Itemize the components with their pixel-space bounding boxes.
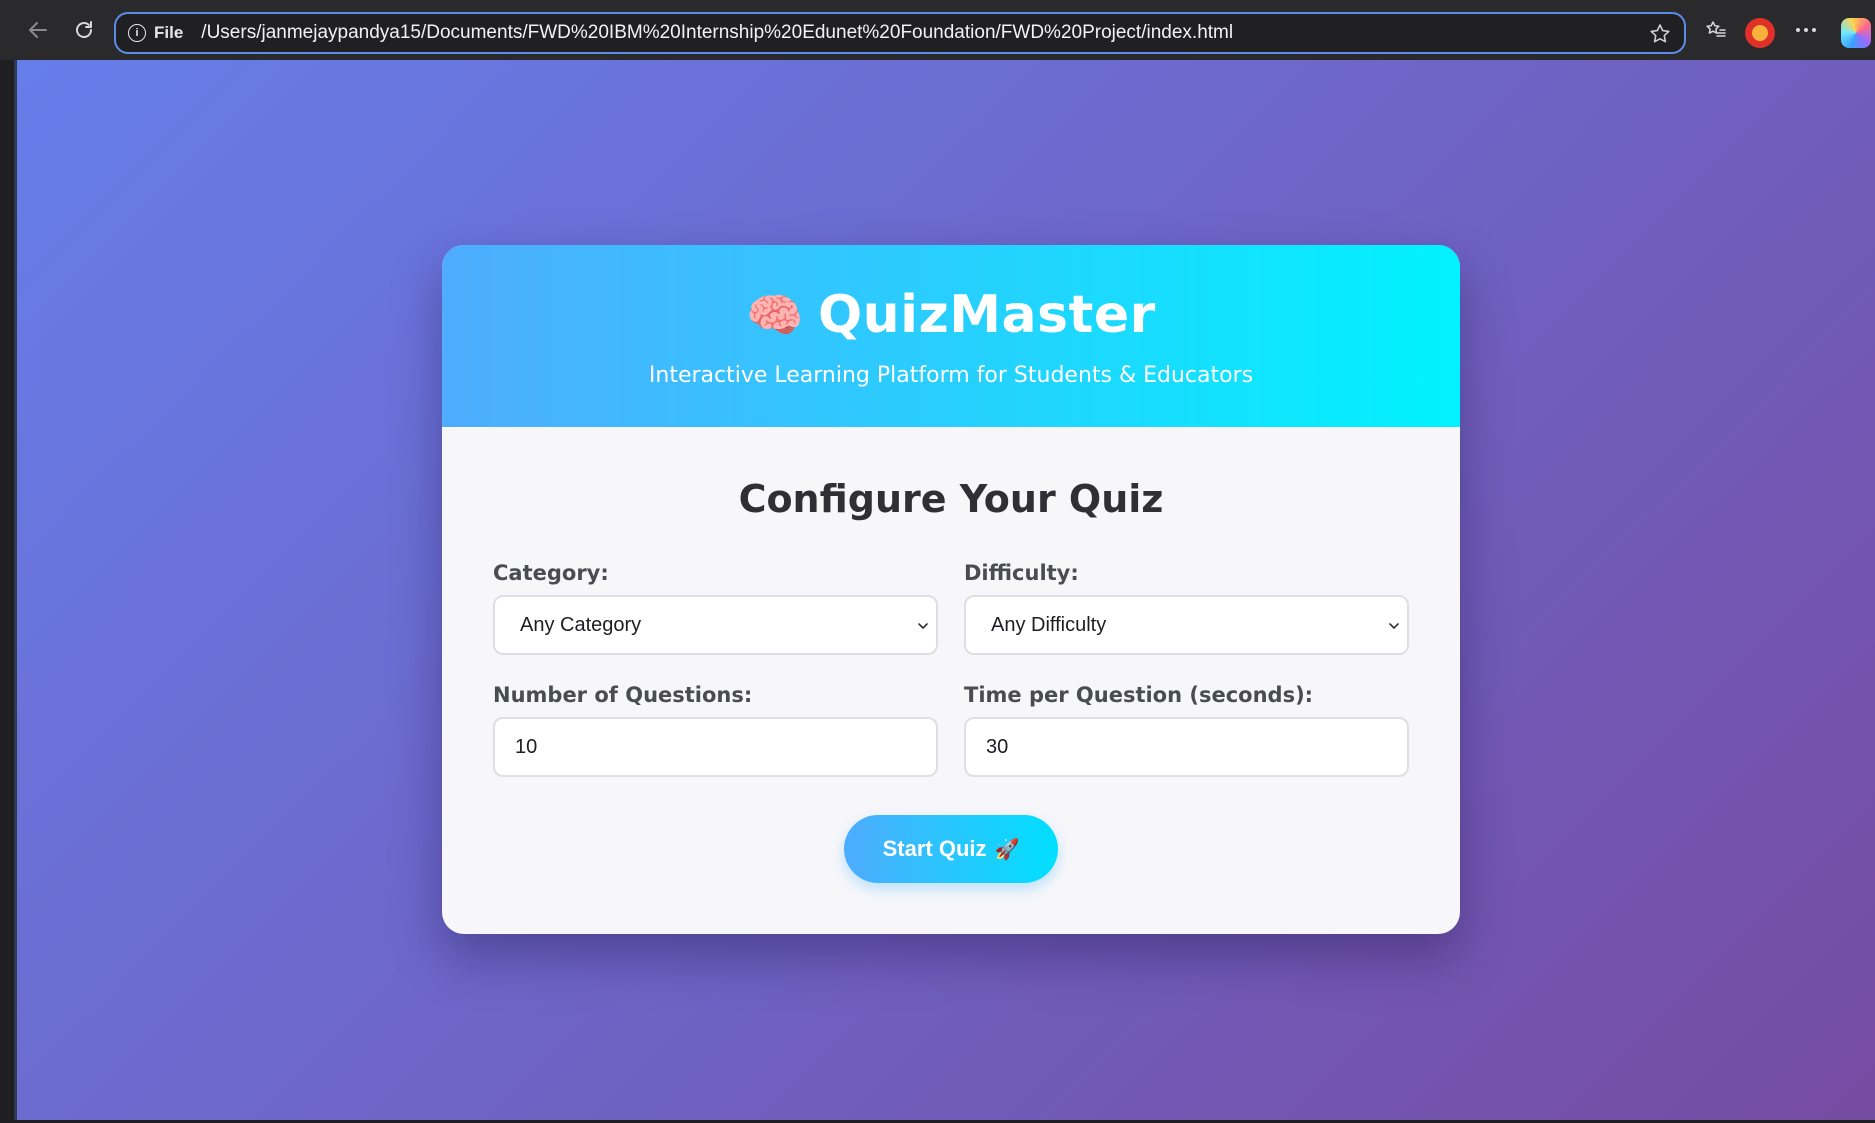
start-quiz-label: Start Quiz: [882, 836, 987, 861]
quiz-card: 🧠 QuizMaster Interactive Learning Platfo…: [442, 245, 1460, 934]
browser-window: i File /Users/janmejaypandya15/Documents…: [0, 0, 1875, 1123]
start-quiz-button[interactable]: Start Quiz 🚀: [844, 815, 1058, 883]
browser-toolbar: i File /Users/janmejaypandya15/Documents…: [0, 0, 1875, 60]
start-wrap: Start Quiz 🚀: [493, 815, 1409, 883]
chevron-down-icon: [918, 623, 928, 629]
back-arrow-icon[interactable]: [22, 14, 54, 46]
reload-icon[interactable]: [68, 14, 100, 46]
num-questions-label: Number of Questions:: [493, 683, 753, 707]
more-icon[interactable]: [1790, 14, 1822, 46]
address-bar[interactable]: i File /Users/janmejaypandya15/Documents…: [114, 12, 1686, 54]
page-viewport: 🧠 QuizMaster Interactive Learning Platfo…: [14, 60, 1875, 1120]
star-icon[interactable]: [1648, 22, 1672, 46]
difficulty-select[interactable]: Any Difficulty: [964, 595, 1409, 655]
time-field: Time per Question (seconds): 30: [964, 683, 1409, 777]
config-panel: Configure Your Quiz Category: Any Catego…: [442, 427, 1460, 883]
time-label: Time per Question (seconds):: [964, 683, 1314, 707]
category-selected-value: Any Category: [520, 613, 642, 636]
config-heading: Configure Your Quiz: [738, 477, 1164, 521]
app-title-text: QuizMaster: [817, 285, 1156, 345]
app-subtitle: Interactive Learning Platform for Studen…: [648, 363, 1254, 388]
time-input[interactable]: 30: [964, 717, 1409, 777]
url-text[interactable]: /Users/janmejaypandya15/Documents/FWD%20…: [201, 22, 1233, 44]
chevron-down-icon: [1389, 623, 1399, 629]
rocket-icon: 🚀: [994, 838, 1020, 861]
num-questions-field: Number of Questions: 10: [493, 683, 938, 777]
difficulty-label: Difficulty:: [964, 561, 1079, 585]
favorites-icon[interactable]: [1700, 14, 1732, 46]
category-select[interactable]: Any Category: [493, 595, 938, 655]
num-questions-value: 10: [515, 735, 538, 758]
site-info-button[interactable]: i File: [128, 23, 183, 43]
app-title: 🧠 QuizMaster: [746, 245, 1156, 345]
time-value: 30: [986, 735, 1009, 758]
info-icon: i: [128, 24, 146, 42]
config-form: Category: Any Category Difficulty: Any D…: [493, 561, 1409, 777]
address-prefix: File: [154, 23, 184, 42]
category-label: Category:: [493, 561, 609, 585]
profile-avatar[interactable]: [1745, 18, 1775, 48]
card-header: 🧠 QuizMaster Interactive Learning Platfo…: [442, 245, 1460, 427]
brain-icon: 🧠: [746, 287, 804, 342]
difficulty-field: Difficulty: Any Difficulty: [964, 561, 1409, 655]
difficulty-selected-value: Any Difficulty: [991, 613, 1107, 636]
num-questions-input[interactable]: 10: [493, 717, 938, 777]
copilot-icon[interactable]: [1841, 18, 1871, 48]
category-field: Category: Any Category: [493, 561, 938, 655]
